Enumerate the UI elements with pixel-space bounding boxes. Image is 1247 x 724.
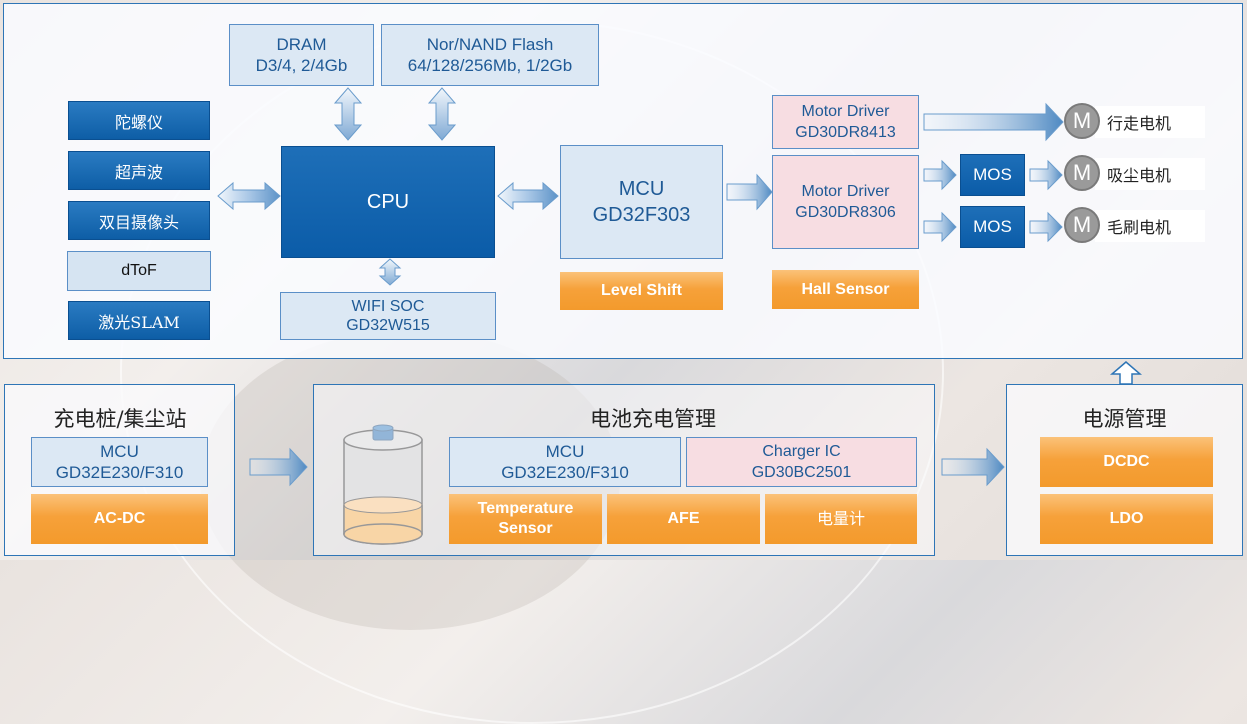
temperature-sensor-line2: Sensor <box>498 520 553 537</box>
cpu-mcu-arrow <box>497 181 559 211</box>
charging-station-title: 充电桩/集尘站 <box>53 407 187 431</box>
temperature-sensor-line1: Temperature <box>477 500 574 517</box>
battery-mcu-part: GD32E230/F310 <box>501 463 629 482</box>
driver2-mos2-arrow <box>923 211 957 243</box>
station-mcu-name: MCU <box>100 442 139 461</box>
afe-box: AFE <box>607 494 760 544</box>
station-mcu-box: MCU GD32E230/F310 <box>31 437 208 487</box>
ldo-box: LDO <box>1040 494 1213 544</box>
cpu-wifi-arrow <box>378 258 402 286</box>
battery-mcu-name: MCU <box>545 442 585 461</box>
driver1-motor1-arrow <box>923 102 1064 142</box>
battery-mcu-box: MCU GD32E230/F310 <box>449 437 681 487</box>
station-battery-arrow <box>249 447 308 487</box>
station-mcu-part: GD32E230/F310 <box>55 463 184 482</box>
driver2-mos1-arrow <box>923 159 957 191</box>
dcdc-box: DCDC <box>1040 437 1213 487</box>
mos1-motor2-arrow <box>1029 159 1063 191</box>
flash-cpu-arrow <box>427 87 457 141</box>
power-main-arrow <box>1109 361 1143 385</box>
sensors-cpu-arrow <box>217 181 281 211</box>
battery-management-title: 电池充电管理 <box>590 407 716 431</box>
acdc-box: AC-DC <box>31 494 208 544</box>
charger-ic-name: Charger IC <box>762 443 841 460</box>
power-management-title: 电源管理 <box>1082 407 1167 431</box>
charger-ic-part: GD30BC2501 <box>751 464 852 481</box>
charger-ic-box: Charger IC GD30BC2501 <box>686 437 917 487</box>
mcu-driver-arrow <box>726 173 773 211</box>
dram-cpu-arrow <box>333 87 363 141</box>
battery-power-arrow <box>941 447 1005 487</box>
mos2-motor3-arrow <box>1029 211 1063 243</box>
fuel-gauge-box: 电量计 <box>765 494 917 544</box>
temperature-sensor-box: Temperature Sensor <box>449 494 602 544</box>
